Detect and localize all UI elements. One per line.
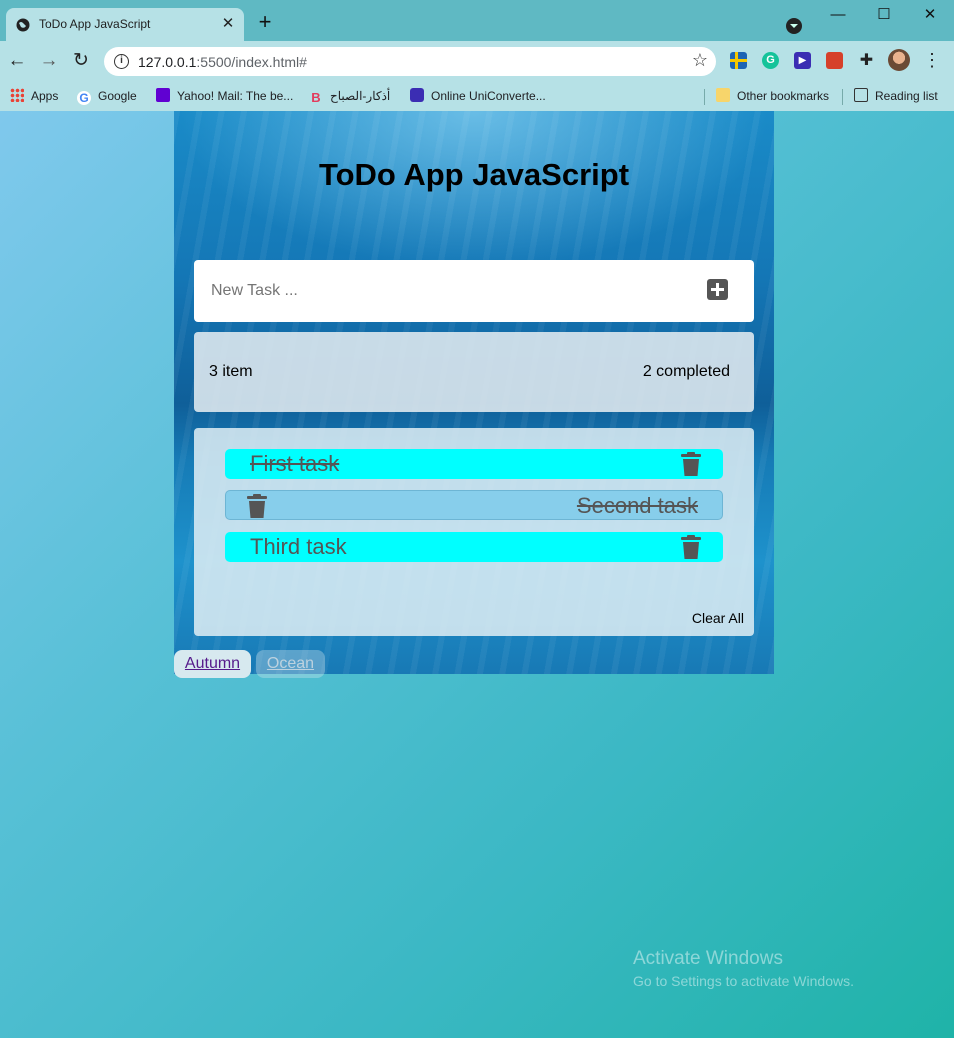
- trash-icon[interactable]: [681, 535, 701, 559]
- address-bar[interactable]: i 127.0.0.1:5500/index.html# ☆: [104, 47, 716, 76]
- task-text[interactable]: Second task: [577, 491, 698, 521]
- bookmark-google-label: Google: [98, 89, 137, 103]
- tab-active[interactable]: ToDo App JavaScript ✕: [6, 8, 244, 41]
- apps-grid-icon: [10, 88, 24, 102]
- book-extension-icon[interactable]: [826, 52, 843, 69]
- task-stats: 3 item 2 completed: [194, 332, 754, 412]
- minimize-button[interactable]: —: [826, 4, 850, 26]
- bookmark-star-icon[interactable]: ☆: [692, 50, 708, 71]
- new-tab-button[interactable]: +: [255, 11, 275, 33]
- profile-avatar[interactable]: [888, 49, 910, 71]
- task-item[interactable]: First task: [225, 449, 723, 479]
- tab-strip: ToDo App JavaScript ✕ + — ☐ ✕: [0, 0, 954, 41]
- new-task-form: [194, 260, 754, 322]
- back-arrow-icon[interactable]: ←: [5, 49, 29, 73]
- close-window-button[interactable]: ✕: [918, 4, 942, 26]
- trash-icon[interactable]: [247, 494, 267, 518]
- new-task-input[interactable]: [211, 279, 671, 303]
- activate-windows-title: Activate Windows: [633, 948, 783, 969]
- bookmark-google[interactable]: G Google: [77, 85, 137, 107]
- uniconverter-extension-icon[interactable]: ▶: [794, 52, 811, 69]
- reload-icon[interactable]: ↻: [69, 49, 93, 73]
- url-host: 127.0.0.1: [138, 54, 197, 70]
- add-task-button[interactable]: [707, 279, 728, 300]
- bookmark-yahoo[interactable]: Yahoo! Mail: The be...: [156, 85, 293, 107]
- trash-icon[interactable]: [681, 452, 701, 476]
- bookmark-yahoo-label: Yahoo! Mail: The be...: [177, 89, 294, 103]
- yahoo-mail-icon: [156, 88, 170, 102]
- globe-icon: [16, 18, 30, 32]
- theme-ocean-link[interactable]: Ocean: [256, 650, 325, 678]
- reading-list-icon: [854, 88, 868, 102]
- bookmarks-divider: [842, 89, 843, 105]
- forward-arrow-icon[interactable]: →: [37, 49, 61, 73]
- info-icon[interactable]: i: [114, 54, 129, 69]
- bookmark-apps-label: Apps: [31, 89, 59, 103]
- url-path: :5500/index.html#: [196, 54, 307, 70]
- bookmark-adhkar[interactable]: B أذكار-الصباح: [309, 85, 390, 107]
- bookmark-uniconverter-label: Online UniConverte...: [431, 89, 546, 103]
- bookmark-adhkar-label: أذكار-الصباح: [330, 89, 391, 103]
- google-icon: G: [77, 91, 91, 105]
- bookmark-apps[interactable]: Apps: [10, 85, 58, 107]
- completed-count: 2 completed: [642, 363, 730, 380]
- task-list: First task Second task Third task Clear …: [194, 428, 754, 636]
- task-text[interactable]: Third task: [250, 532, 347, 562]
- bookmarks-bar: Apps G Google Yahoo! Mail: The be... B أذك…: [0, 81, 954, 111]
- maximize-button[interactable]: ☐: [872, 4, 896, 26]
- theme-autumn-link[interactable]: Autumn: [174, 650, 251, 678]
- bookmark-uniconverter[interactable]: Online UniConverte...: [410, 85, 546, 107]
- browser-toolbar: ← → ↻ i 127.0.0.1:5500/index.html# ☆ G ▶…: [0, 41, 954, 81]
- url-text[interactable]: 127.0.0.1:5500/index.html#: [138, 54, 307, 70]
- sweden-flag-extension-icon[interactable]: [730, 52, 747, 69]
- bookmark-reading-list[interactable]: Reading list: [854, 85, 938, 107]
- adhkar-icon: B: [311, 90, 321, 105]
- page-title: ToDo App JavaScript: [318, 157, 630, 192]
- task-item[interactable]: Second task: [225, 490, 723, 520]
- extensions-puzzle-icon[interactable]: ✚: [858, 52, 875, 69]
- tab-close-icon[interactable]: ✕: [219, 15, 237, 33]
- tab-title: ToDo App JavaScript: [39, 17, 151, 31]
- task-text[interactable]: First task: [250, 449, 339, 479]
- bookmark-other[interactable]: Other bookmarks: [716, 85, 829, 107]
- bookmarks-divider: [704, 89, 705, 105]
- task-item[interactable]: Third task: [225, 532, 723, 562]
- uniconverter-icon: [410, 88, 424, 102]
- browser-menu-icon[interactable]: ⋮: [922, 50, 942, 70]
- bookmark-other-label: Other bookmarks: [737, 89, 830, 103]
- tab-search-icon[interactable]: [786, 18, 802, 34]
- todo-app: ToDo App JavaScript 3 item 2 completed F…: [174, 111, 774, 674]
- clear-all-button[interactable]: Clear All: [692, 610, 744, 626]
- bookmark-reading-label: Reading list: [875, 89, 938, 103]
- grammarly-extension-icon[interactable]: G: [762, 52, 779, 69]
- folder-icon: [716, 88, 730, 102]
- items-count: 3 item: [209, 363, 253, 380]
- browser-chrome: ToDo App JavaScript ✕ + — ☐ ✕ ← → ↻ i 12…: [0, 0, 954, 111]
- activate-windows-subtitle: Go to Settings to activate Windows.: [633, 973, 854, 989]
